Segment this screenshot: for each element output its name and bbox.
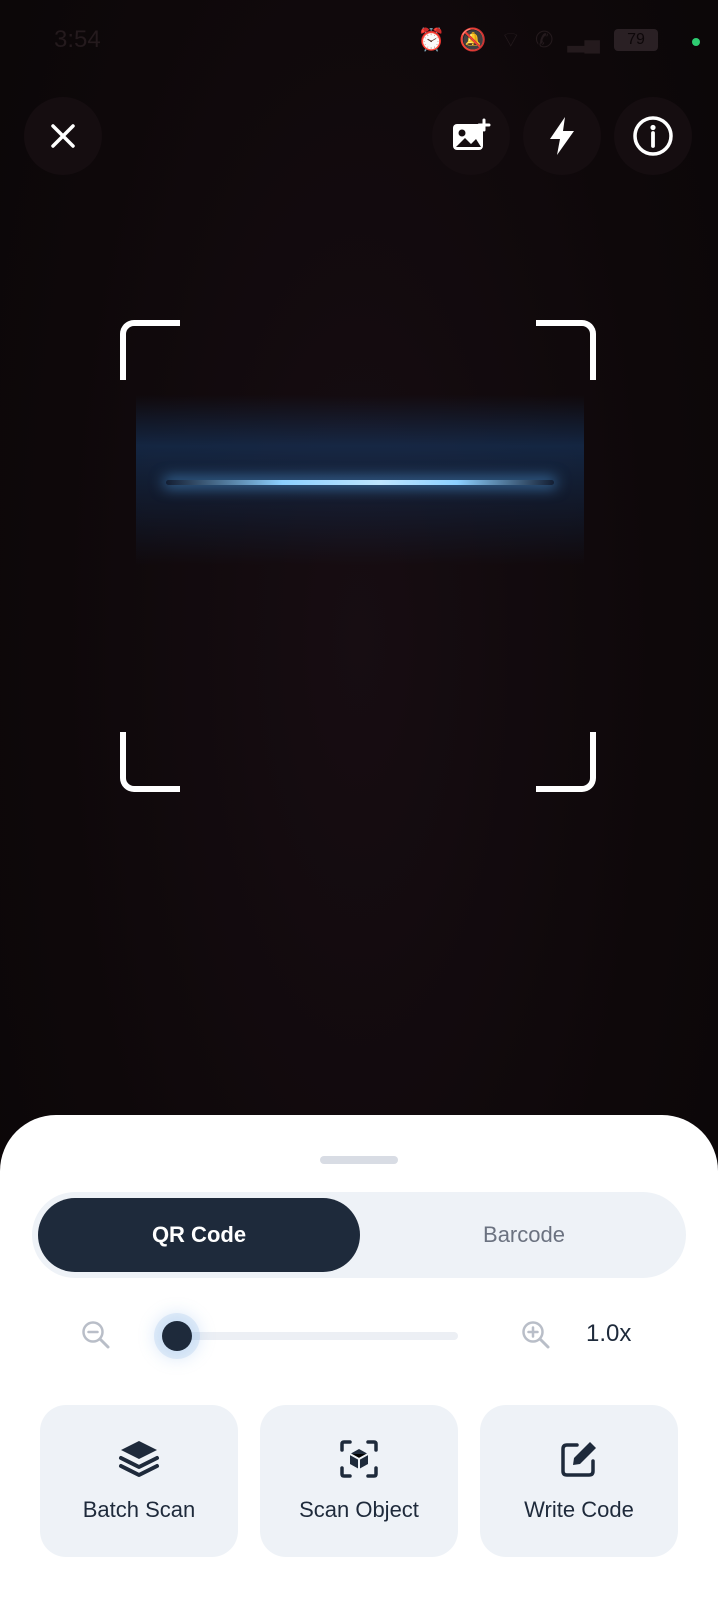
zoom-in-icon[interactable]	[520, 1319, 552, 1351]
action-buttons: Batch Scan Scan Object Write Code	[40, 1405, 680, 1557]
close-icon	[51, 124, 75, 148]
call-icon: ✆	[535, 27, 554, 52]
scan-object-label: Scan Object	[299, 1497, 419, 1522]
status-bar: 3:54 ⏰ 🔕 ⌔ ✆ ▂▄ 79	[0, 0, 718, 80]
scan-object-icon	[340, 1440, 378, 1478]
status-icons: ⏰ 🔕 ⌔ ✆ ▂▄ 79	[418, 26, 658, 54]
edit-icon	[561, 1442, 596, 1477]
zoom-value: 1.0x	[586, 1320, 632, 1347]
zoom-out-icon[interactable]	[80, 1319, 112, 1351]
scan-frame-corner-bottom-right	[536, 732, 596, 792]
privacy-indicator-dot	[692, 38, 700, 46]
gallery-button[interactable]	[432, 97, 510, 175]
flash-icon	[550, 117, 574, 155]
qr-code-tab[interactable]: QR Code	[38, 1198, 360, 1272]
gallery-add-icon	[453, 118, 491, 150]
barcode-tab[interactable]: Barcode	[368, 1198, 680, 1272]
info-button[interactable]	[614, 97, 692, 175]
battery-indicator: 79	[614, 29, 658, 51]
scan-mode-toggle: QR Code Barcode	[32, 1192, 686, 1278]
info-icon	[633, 116, 673, 156]
zoom-slider-thumb[interactable]	[162, 1321, 192, 1351]
scan-frame-corner-top-left	[120, 320, 180, 380]
signal-icon: ▂▄	[567, 27, 600, 52]
wifi-icon: ⌔	[500, 27, 522, 52]
close-button[interactable]	[24, 97, 102, 175]
batch-scan-button[interactable]: Batch Scan	[40, 1405, 238, 1557]
scan-line	[166, 480, 554, 485]
alarm-icon: ⏰	[417, 27, 445, 52]
flash-button[interactable]	[523, 97, 601, 175]
batch-scan-label: Batch Scan	[82, 1497, 196, 1522]
scan-frame-corner-top-right	[536, 320, 596, 380]
write-code-button[interactable]: Write Code	[480, 1405, 678, 1557]
scan-object-button[interactable]: Scan Object	[260, 1405, 458, 1557]
write-code-label: Write Code	[524, 1497, 634, 1522]
zoom-control: 1.0x	[0, 1307, 718, 1363]
bottom-sheet: QR Code Barcode 1.0x Batch Scan Scan Obj…	[0, 1115, 718, 1599]
status-time: 3:54	[54, 26, 101, 53]
layers-icon	[119, 1441, 159, 1477]
scan-frame-corner-bottom-left	[120, 732, 180, 792]
mute-icon: 🔕	[458, 27, 487, 52]
sheet-drag-handle[interactable]	[320, 1156, 398, 1164]
zoom-slider-track[interactable]	[178, 1332, 458, 1340]
